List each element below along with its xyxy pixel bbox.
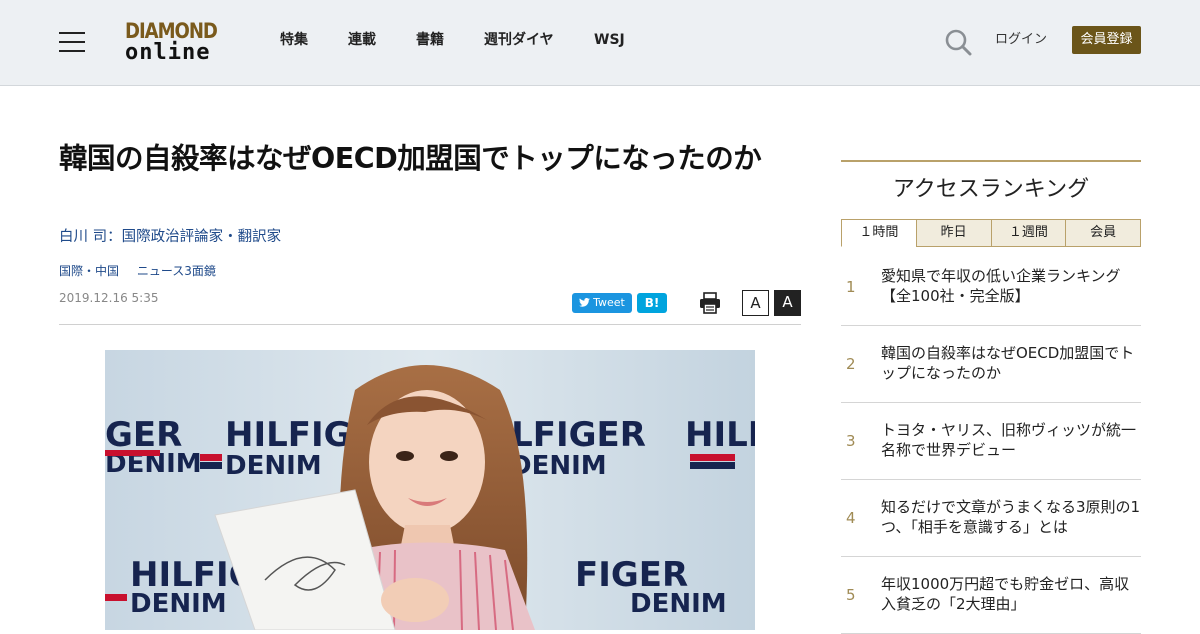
ranking-title: アクセスランキング xyxy=(892,177,1090,202)
search-icon[interactable] xyxy=(944,28,972,56)
tweet-label: Tweet xyxy=(593,296,625,309)
article-tags: 国際・中国 ニュース3面鏡 xyxy=(59,263,230,279)
tweet-button[interactable]: Tweet xyxy=(572,293,632,313)
svg-text:HILF: HILF xyxy=(685,415,755,455)
ranking-number: 3 xyxy=(846,432,856,450)
article-author[interactable]: 白川 司：国際政治評論家・翻訳家 xyxy=(59,228,281,246)
twitter-bird-icon xyxy=(579,297,591,307)
logo-line1: DIAMOND xyxy=(125,19,218,43)
nav-item-series[interactable]: 連載 xyxy=(348,31,376,49)
hamburger-menu-icon[interactable] xyxy=(59,32,85,52)
site-header: DIAMOND online 特集 連載 書籍 週刊ダイヤ WSJ ログイン 会… xyxy=(0,0,1200,86)
tab-yesterday[interactable]: 昨日 xyxy=(915,219,992,247)
nav-item-wsj[interactable]: WSJ xyxy=(594,31,625,49)
ranking-number: 2 xyxy=(846,355,856,373)
tag-link[interactable]: 国際・中国 xyxy=(59,264,119,278)
ranking-item[interactable]: 2 韓国の自殺率はなぜOECD加盟国でトップになったのか xyxy=(841,326,1141,403)
font-size-large-button[interactable]: A xyxy=(774,290,801,316)
tag-link[interactable]: ニュース3面鏡 xyxy=(137,264,216,278)
print-icon[interactable] xyxy=(699,292,721,314)
ranking-list: 1 愛知県で年収の低い企業ランキング【全100社・完全版】 2 韓国の自殺率はな… xyxy=(841,249,1141,634)
ranking-article-link[interactable]: 知るだけで文章がうまくなる3原則の1つ、「相手を意識する」とは xyxy=(881,497,1143,537)
ranking-article-link[interactable]: トヨタ・ヤリス、旧称ヴィッツが統一名称で世界デビュー xyxy=(881,420,1143,460)
nav-item-weekly[interactable]: 週刊ダイヤ xyxy=(484,31,554,49)
ranking-article-link[interactable]: 年収1000万円超でも貯金ゼロ、高収入貧乏の「2大理由」 xyxy=(881,574,1143,614)
font-size-normal-button[interactable]: A xyxy=(742,290,769,316)
article-photo: GER DENIM HILFIGER DENIM HILFIGER DENIM … xyxy=(105,350,755,630)
article-divider xyxy=(59,324,801,325)
ranking-number: 1 xyxy=(846,278,856,296)
tab-1-week[interactable]: １週間 xyxy=(990,219,1067,247)
ranking-item[interactable]: 5 年収1000万円超でも貯金ゼロ、高収入貧乏の「2大理由」 xyxy=(841,557,1141,634)
ranking-item[interactable]: 4 知るだけで文章がうまくなる3原則の1つ、「相手を意識する」とは xyxy=(841,480,1141,557)
ranking-item[interactable]: 3 トヨタ・ヤリス、旧称ヴィッツが統一名称で世界デビュー xyxy=(841,403,1141,480)
article-photo-illustration: GER DENIM HILFIGER DENIM HILFIGER DENIM … xyxy=(105,350,755,630)
login-link[interactable]: ログイン xyxy=(995,31,1047,49)
ranking-item[interactable]: 1 愛知県で年収の低い企業ランキング【全100社・完全版】 xyxy=(841,249,1141,326)
tab-members[interactable]: 会員 xyxy=(1065,219,1141,247)
nav-item-books[interactable]: 書籍 xyxy=(416,31,444,49)
site-logo[interactable]: DIAMOND online xyxy=(125,20,227,66)
nav-item-feature[interactable]: 特集 xyxy=(280,31,308,49)
ranking-number: 4 xyxy=(846,509,856,527)
article-title: 韓国の自殺率はなぜOECD加盟国でトップになったのか xyxy=(59,142,762,175)
svg-text:DENIM: DENIM xyxy=(510,451,607,481)
tab-1-hour[interactable]: １時間 xyxy=(841,219,917,247)
article-date: 2019.12.16 5:35 xyxy=(59,291,159,305)
svg-text:DENIM: DENIM xyxy=(630,589,727,619)
ranking-article-link[interactable]: 愛知県で年収の低い企業ランキング【全100社・完全版】 xyxy=(881,266,1143,306)
ranking-number: 5 xyxy=(846,586,856,604)
ranking-top-rule xyxy=(841,160,1141,162)
hatena-bookmark-button[interactable]: B! xyxy=(637,293,667,313)
logo-line2: online xyxy=(125,40,211,65)
ranking-article-link[interactable]: 韓国の自殺率はなぜOECD加盟国でトップになったのか xyxy=(881,343,1143,383)
ranking-tabs: １時間 昨日 １週間 会員 xyxy=(841,219,1141,247)
svg-text:DENIM: DENIM xyxy=(130,589,227,619)
svg-text:DENIM: DENIM xyxy=(225,451,322,481)
register-button[interactable]: 会員登録 xyxy=(1072,26,1141,54)
